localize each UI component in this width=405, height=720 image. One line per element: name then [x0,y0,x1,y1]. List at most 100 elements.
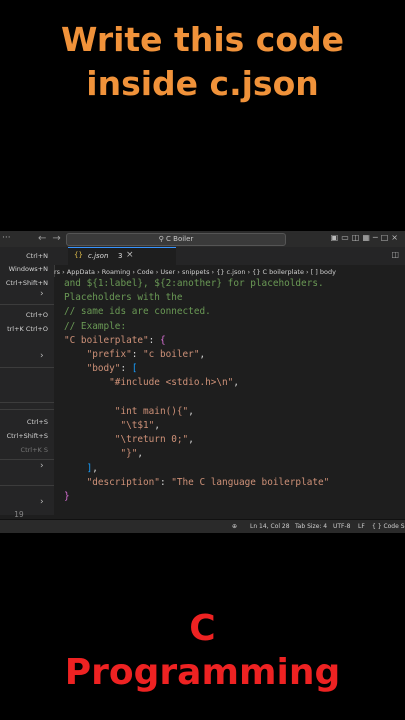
json-file-icon: {} [74,251,83,259]
code-line[interactable] [64,391,329,405]
caption-programming: Programming [64,652,341,693]
menu-separator [0,459,54,460]
code-line[interactable]: ], [64,462,329,476]
code-line[interactable]: } [64,490,329,504]
code-token: "\treturn 0;" [64,434,189,446]
code-token: , [199,349,206,361]
code-token: , [188,405,194,417]
overlay-caption-bottom: C Programming [0,608,405,696]
command-center-search[interactable]: ⚲ C Boiler [66,233,286,246]
tab-label: c.json [88,252,109,260]
code-line[interactable]: and ${1:label}, ${2:another} for placeho… [64,277,329,291]
menu-item-new-window-profile[interactable]: Ctrl+Shift+N [0,279,48,287]
submenu-arrow-icon: › [40,289,44,299]
code-token: : [131,349,144,361]
caption-c: C [189,608,216,649]
tab-c-json[interactable]: {} c.json 3 × [68,247,176,266]
code-line[interactable]: "int main(){", [64,405,329,419]
code-line[interactable]: "\treturn 0;", [64,433,329,447]
code-line[interactable]: "C boilerplate": { [64,334,329,348]
submenu-arrow-icon: › [40,461,44,471]
code-token: "#include <stdio.h>\n" [64,377,234,389]
nav-arrows: ←→ [38,233,67,244]
code-token: "}" [64,448,138,460]
code-line[interactable]: // same ids are connected. [64,305,329,319]
code-token: : [148,334,160,346]
back-arrow-icon[interactable]: ← [38,233,52,244]
problem-count-badge: 3 [118,252,123,260]
submenu-arrow-icon: › [40,351,44,361]
menu-separator [0,402,54,403]
forward-arrow-icon[interactable]: → [52,233,66,244]
code-token: , [188,434,194,446]
code-token: , [154,420,160,432]
status-eol[interactable]: LF [358,520,365,533]
zoom-icon[interactable]: ⊕ [232,520,237,533]
menu-item-save-as[interactable]: Ctrl+Shift+S [0,432,48,440]
search-text: C Boiler [166,235,194,243]
status-bar: ⊕ Ln 14, Col 28 Tab Size: 4 UTF-8 LF { }… [0,519,405,533]
menu-item-open-folder[interactable]: trl+K Ctrl+O [0,325,48,333]
customize-layout-icon[interactable]: ▦ [362,233,373,242]
code-token: // same ids are connected. [64,306,211,318]
code-line[interactable]: "#include <stdio.h>\n", [64,376,329,390]
status-cursor-position[interactable]: Ln 14, Col 28 [250,520,290,533]
split-icon[interactable]: ◫ [352,233,363,242]
caption-line-1: Write this code [61,20,344,59]
menu-separator [0,304,54,305]
code-token: and ${1:label}, ${2:another} for placeho… [64,278,324,289]
tab-close-icon[interactable]: × [126,250,134,260]
code-line[interactable]: "body": [ [64,362,329,376]
menu-item-new-file[interactable]: Ctrl+N [0,252,48,260]
caption-line-2: inside c.json [86,64,319,103]
menu-ellipsis-icon[interactable]: ··· [2,233,11,243]
code-token: : [159,476,172,488]
code-token: // Example: [64,320,127,332]
menu-separator [0,485,54,486]
status-language[interactable]: { } Code Sn [372,520,405,533]
close-icon[interactable]: × [391,233,401,242]
code-token: [ [131,363,138,375]
vscode-window: ··· ←→ ⚲ C Boiler ▣▭◫▦─□× Ctrl+N Windows… [0,231,405,533]
code-line[interactable]: Placeholders with the [64,291,329,305]
code-line[interactable]: "\t$1", [64,419,329,433]
code-token: { [159,334,166,346]
code-line[interactable]: "prefix": "c boiler", [64,348,329,362]
title-bar: ··· ←→ ⚲ C Boiler ▣▭◫▦─□× [0,231,405,248]
code-token: Placeholders with the [64,292,183,304]
menu-item-save[interactable]: Ctrl+S [0,418,48,426]
editor-tab-bar: {} c.json 3 × ◫ [54,247,405,266]
menu-item-open-file[interactable]: Ctrl+O [0,311,48,319]
status-encoding[interactable]: UTF-8 [333,520,351,533]
code-token: , [137,448,144,460]
split-editor-icon[interactable]: ◫ [391,250,403,259]
menu-item-new-window[interactable]: Windows+N [0,265,48,273]
menu-separator [0,367,54,368]
code-token: , [233,377,239,389]
menu-separator [0,409,54,410]
editor-actions: ◫ [391,250,403,259]
code-token: "description" [64,476,160,488]
code-token: "int main(){" [64,405,189,417]
code-line[interactable]: "}", [64,447,329,461]
maximize-icon[interactable]: □ [381,233,392,242]
code-line[interactable]: "description": "The C language boilerpla… [64,476,330,490]
code-token: "C boilerplate" [64,334,149,346]
minimize-icon[interactable]: ─ [373,233,381,242]
code-token: "prefix" [64,349,132,361]
file-menu-dropdown: Ctrl+N Windows+N Ctrl+Shift+N › Ctrl+O t… [0,247,55,515]
panel-icon[interactable]: ▭ [341,233,352,242]
layout-icon[interactable]: ▣ [331,233,342,242]
submenu-arrow-icon: › [40,497,44,507]
menu-item-save-without-formatting[interactable]: Ctrl+K S [0,446,48,454]
line-number: 19 [14,510,24,519]
code-token: "\t$1" [64,420,155,432]
status-tab-size[interactable]: Tab Size: 4 [295,520,327,533]
code-token: : [120,363,132,375]
code-token: "c boiler" [143,349,200,361]
code-editor[interactable]: and ${1:label}, ${2:another} for placeho… [54,277,405,515]
code-line[interactable]: // Example: [64,320,329,334]
code-content[interactable]: and ${1:label}, ${2:another} for placeho… [64,277,329,504]
overlay-caption-top: Write this code inside c.json [0,18,405,106]
